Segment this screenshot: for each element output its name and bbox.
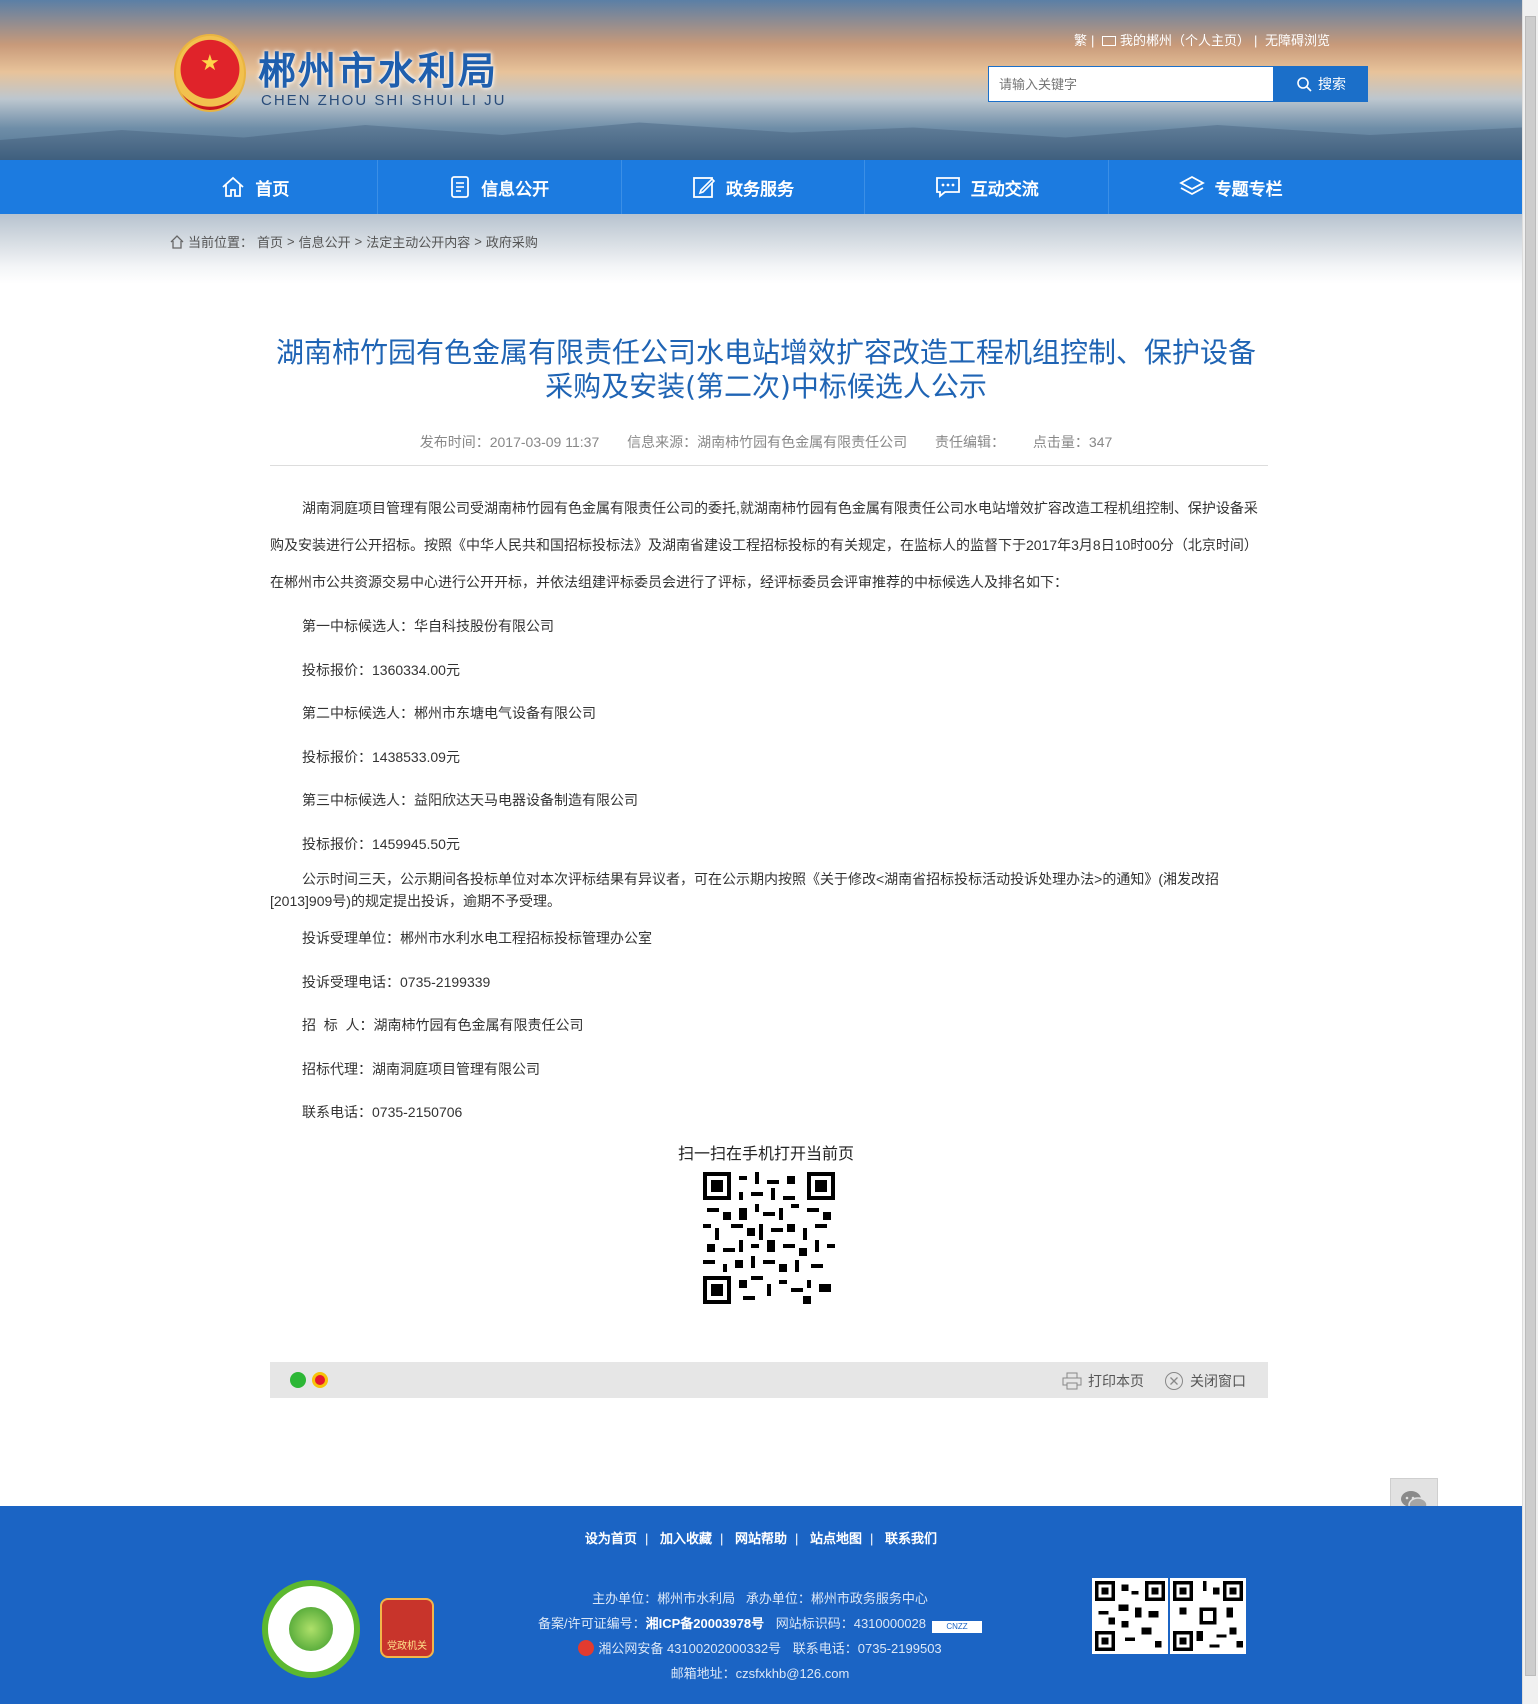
leaf-icon (289, 1607, 333, 1651)
bid-price-second: 投标报价：1438533.09元 (302, 749, 460, 765)
top-links: 繁 | 我的郴州（个人主页） | 无障碍浏览 (1074, 33, 1331, 48)
qr-caption: 扫一扫在手机打开当前页 (677, 1146, 854, 1163)
nav-special-topics[interactable]: 专题专栏 (1108, 160, 1352, 214)
close-window-button[interactable]: 关闭窗口 (1164, 1371, 1246, 1391)
candidate-second: 第二中标候选人：郴州市东塘电气设备有限公司 (302, 705, 596, 721)
chat-icon (935, 177, 960, 198)
notice-paragraph: 公示时间三天，公示期间各投标单位对本次评标结果有异议者，可在公示期内按照《关于修… (270, 871, 1220, 909)
scrollbar-thumb[interactable] (1525, 16, 1536, 1676)
intro-paragraph: 湖南洞庭项目管理有限公司受湖南柿竹园有色金属有限责任公司的委托,就湖南柿竹园有色… (270, 500, 1258, 590)
publish-time: 发布时间：2017-03-09 11:37 (419, 434, 600, 450)
search-button[interactable]: 搜索 (1274, 66, 1368, 102)
wechat-share-icon[interactable] (290, 1372, 306, 1388)
site-subtitle: CHEN ZHOU SHI SHUI LI JU (261, 92, 507, 109)
nav-info-disclosure[interactable]: 信息公开 (376, 160, 621, 214)
tender-agent: 招标代理：湖南洞庭项目管理有限公司 (302, 1061, 540, 1077)
print-page-button[interactable]: 打印本页 (1062, 1371, 1144, 1391)
footer: 设为首页 | 加入收藏 | 网站帮助 | 站点地图 | 联系我们 党政机关 主办单位：郴… (0, 1506, 1522, 1704)
search-icon (1297, 77, 1312, 92)
footer-links: 设为首页 | 加入收藏 | 网站帮助 | 站点地图 | 联系我们 (584, 1531, 938, 1546)
site-help-link[interactable]: 网站帮助 (735, 1531, 787, 1546)
party-gov-badge-label: 党政机关 (387, 1641, 427, 1652)
complaint-unit: 投诉受理单位：郴州市水利水电工程招标投标管理办公室 (302, 930, 652, 946)
footer-qr-code (1170, 1578, 1246, 1654)
breadcrumb-procurement[interactable]: 政府采购 (486, 232, 538, 251)
nav-home-label: 首页 (255, 179, 290, 199)
candidate-third: 第三中标候选人：益阳欣达天马电器设备制造有限公司 (302, 792, 638, 808)
page-qr-code (703, 1172, 835, 1304)
cnzz-icon[interactable]: CNZZ (932, 1621, 983, 1633)
footer-email: 邮箱地址：czsfxkhb@126.com (670, 1666, 850, 1681)
breadcrumb-statutory[interactable]: 法定主动公开内容 (366, 232, 470, 251)
party-gov-badge[interactable]: 党政机关 (380, 1598, 434, 1658)
nav-interaction-label: 互动交流 (970, 179, 1039, 199)
police-badge-icon (578, 1640, 595, 1656)
search-box: 搜索 (988, 66, 1368, 102)
breadcrumb-separator: > (354, 234, 363, 249)
nav-home[interactable]: 首页 (134, 160, 377, 214)
my-chenzhou-link[interactable]: 我的郴州（个人主页） (1102, 33, 1250, 48)
print-label: 打印本页 (1088, 1373, 1144, 1389)
candidate-first: 第一中标候选人：华自科技股份有限公司 (302, 618, 554, 634)
breadcrumb-separator: > (474, 234, 482, 249)
tenderer: 招 标 人：湖南柿竹园有色金属有限责任公司 (302, 1017, 584, 1033)
footer-qr-code (1092, 1578, 1168, 1654)
icp-line: 备案/许可证编号：湘ICP备20003978号 网站标识码：4310000028… (480, 1611, 1040, 1636)
share-bar: 打印本页 关闭窗口 (270, 1362, 1268, 1398)
host-unit: 主办单位：郴州市水利局 承办单位：郴州市政务服务中心 (592, 1591, 928, 1606)
article-meta: 发布时间：2017-03-09 11:37 信息来源：湖南柿竹园有色金属有限责任… (266, 432, 1266, 452)
site-code: 网站标识码：4310000028 (775, 1616, 927, 1631)
nav-topics-label: 专题专栏 (1214, 179, 1283, 199)
icp-number[interactable]: 湘ICP备20003978号 (646, 1616, 765, 1631)
icp-prefix: 备案/许可证编号： (537, 1616, 646, 1631)
divider (270, 465, 1268, 466)
search-button-label: 搜索 (1318, 76, 1346, 92)
article-title: 湖南柿竹园有色金属有限责任公司水电站增效扩容改造工程机组控制、保护设备采购及安装… (275, 336, 1256, 403)
banner-landscape (0, 122, 1522, 160)
footer-phone: 联系电话：0735-2199503 (792, 1641, 942, 1656)
nav-info-label: 信息公开 (481, 179, 550, 199)
accessible-browse-link[interactable]: 无障碍浏览 (1265, 33, 1330, 48)
set-homepage-link[interactable]: 设为首页 (585, 1531, 637, 1546)
nav-gov-services[interactable]: 政务服务 (620, 160, 865, 214)
breadcrumb-prefix: 当前位置： (188, 235, 254, 250)
responsible-editor: 责任编辑： (935, 434, 1006, 450)
breadcrumb-home[interactable]: 首页 (257, 232, 283, 251)
document-icon (451, 176, 470, 198)
civilized-city-badge[interactable] (262, 1580, 360, 1678)
bid-price-first: 投标报价：1360334.00元 (302, 662, 460, 678)
add-favorite-link[interactable]: 加入收藏 (660, 1531, 712, 1546)
printer-icon (1062, 1372, 1082, 1390)
breadcrumb-info[interactable]: 信息公开 (299, 232, 351, 251)
contact-us-link[interactable]: 联系我们 (885, 1531, 937, 1546)
weibo-share-icon[interactable] (312, 1372, 328, 1388)
vertical-scrollbar[interactable] (1522, 0, 1538, 1704)
police-line: 湘公网安备 43100202000332号 联系电话：0735-2199503 (480, 1636, 1040, 1661)
national-emblem-icon: ★ (174, 34, 246, 112)
breadcrumb-separator: > (287, 234, 295, 249)
close-label: 关闭窗口 (1190, 1373, 1246, 1389)
header-banner: ★ 郴州市水利局 CHEN ZHOU SHI SHUI LI JU 繁 | 我的郴… (0, 0, 1522, 160)
breadcrumb: 当前位置： 首页 > 信息公开 > 法定主动公开内容 > 政府采购 (170, 232, 538, 251)
main-nav: 首页 信息公开 政务服务 互动交流 专题专栏 (0, 160, 1522, 214)
search-input[interactable] (988, 66, 1274, 102)
monitor-icon (1102, 36, 1117, 46)
layers-icon (1178, 175, 1205, 196)
complaint-phone: 投诉受理电话：0735-2199339 (302, 974, 491, 990)
site-map-link[interactable]: 站点地图 (810, 1531, 862, 1546)
site-title[interactable]: 郴州市水利局 (258, 40, 498, 95)
edit-icon (693, 177, 716, 198)
close-icon (1165, 1372, 1183, 1390)
police-record[interactable]: 湘公网安备 43100202000332号 (598, 1641, 781, 1656)
nav-interaction[interactable]: 互动交流 (864, 160, 1108, 214)
click-count: 点击量：347 (1032, 434, 1113, 450)
traditional-chinese-link[interactable]: 繁 (1074, 33, 1087, 48)
footer-info: 主办单位：郴州市水利局 承办单位：郴州市政务服务中心 备案/许可证编号：湘ICP… (480, 1586, 1040, 1686)
contact-phone: 联系电话：0735-2150706 (302, 1104, 463, 1120)
home-icon (222, 176, 244, 197)
info-source: 信息来源：湖南柿竹园有色金属有限责任公司 (627, 434, 908, 450)
nav-services-label: 政务服务 (725, 179, 794, 199)
bid-price-third: 投标报价：1459945.50元 (302, 836, 460, 852)
home-icon (170, 234, 184, 249)
